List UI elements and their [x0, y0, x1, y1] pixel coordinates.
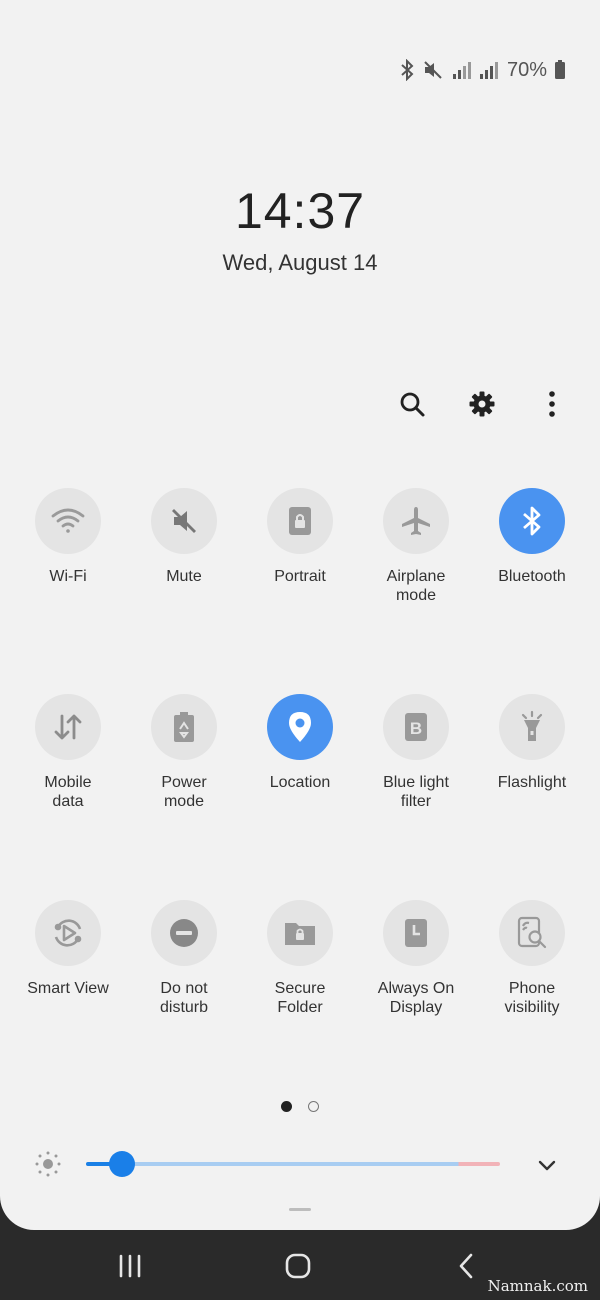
smart-view-toggle[interactable] [35, 900, 101, 966]
tile-do-not-disturb: Do not disturb [126, 900, 242, 1017]
tile-wifi: Wi-Fi [10, 488, 126, 586]
tile-label: Blue light filter [383, 774, 449, 810]
search-icon [400, 392, 425, 417]
brightness-slider-track[interactable] [86, 1162, 500, 1166]
svg-text:B: B [410, 719, 422, 738]
do-not-disturb-icon [170, 919, 198, 947]
brightness-expand-button[interactable] [534, 1152, 560, 1178]
secure-folder-toggle[interactable] [267, 900, 333, 966]
settings-icon [469, 391, 495, 417]
mobile-data-toggle[interactable] [35, 694, 101, 760]
brightness-control [0, 1146, 600, 1182]
back-button[interactable] [446, 1248, 486, 1284]
blue-light-filter-toggle[interactable]: B [383, 694, 449, 760]
home-icon [285, 1253, 311, 1279]
tile-location: Location [242, 694, 358, 792]
tile-label: Do not disturb [159, 980, 209, 1016]
secure-folder-icon [285, 923, 315, 945]
page-dot-2[interactable] [308, 1101, 319, 1112]
phone-visibility-icon [517, 916, 547, 949]
tile-flashlight: Flashlight [474, 694, 590, 792]
tile-mobile-data: Mobile data [10, 694, 126, 811]
tile-label: Location [269, 774, 331, 791]
do-not-disturb-toggle[interactable] [151, 900, 217, 966]
wifi-icon [51, 508, 85, 533]
tile-label: Portrait [274, 568, 326, 585]
mute-icon [422, 59, 444, 81]
date: Wed, August 14 [222, 250, 378, 275]
bluetooth-toggle[interactable] [499, 488, 565, 554]
tile-airplane-mode: Airplane mode [358, 488, 474, 605]
page-dot-1[interactable] [281, 1101, 292, 1112]
tile-label: Airplane mode [386, 568, 446, 604]
tile-label: Phone visibility [504, 980, 560, 1016]
more-options-icon [549, 391, 555, 417]
brightness-slider-thumb[interactable] [109, 1151, 135, 1177]
smart-view-icon [54, 919, 82, 947]
page-indicator [0, 1101, 600, 1112]
tile-label: Mobile data [44, 774, 92, 810]
quick-panel: 70% 14:37 Wed, August 14 Wi-Fi Mute Port… [0, 0, 600, 1230]
tile-mute: Mute [126, 488, 242, 586]
tile-power-mode: Power mode [126, 694, 242, 811]
mute-toggle[interactable] [151, 488, 217, 554]
blue-light-filter-icon: B [405, 713, 427, 741]
portrait-lock-icon [289, 507, 311, 535]
bluetooth-icon [399, 59, 415, 81]
power-mode-toggle[interactable] [151, 694, 217, 760]
clock: 14:37 [234, 183, 366, 239]
back-icon [459, 1253, 473, 1279]
recent-apps-icon [119, 1254, 141, 1278]
tile-label: Smart View [27, 980, 109, 997]
chevron-down-icon [538, 1160, 556, 1171]
tile-label: Flashlight [497, 774, 567, 791]
battery-icon [554, 60, 566, 80]
airplane-mode-toggle[interactable] [383, 488, 449, 554]
tile-bluetooth: Bluetooth [474, 488, 590, 586]
flashlight-toggle[interactable] [499, 694, 565, 760]
phone-visibility-toggle[interactable] [499, 900, 565, 966]
tile-smart-view: Smart View [10, 900, 126, 998]
airplane-icon [402, 507, 430, 535]
location-toggle[interactable] [267, 694, 333, 760]
home-button[interactable] [278, 1248, 318, 1284]
always-on-display-toggle[interactable] [383, 900, 449, 966]
tile-secure-folder: Secure Folder [242, 900, 358, 1017]
tile-blue-light-filter: B Blue light filter [358, 694, 474, 811]
mobile-data-icon [54, 714, 82, 740]
tile-label: Always On Display [377, 980, 455, 1016]
location-icon [289, 712, 311, 742]
tile-label: Mute [166, 568, 202, 585]
watermark: Namnak.com [487, 1277, 588, 1295]
brightness-icon [34, 1150, 62, 1183]
tile-label: Bluetooth [498, 568, 566, 585]
tile-portrait: Portrait [242, 488, 358, 586]
search-button[interactable] [392, 384, 432, 424]
tile-phone-visibility: Phone visibility [474, 900, 590, 1017]
settings-button[interactable] [462, 384, 502, 424]
tile-label: Power mode [161, 774, 207, 810]
tile-label: Wi-Fi [49, 568, 87, 585]
power-mode-icon [174, 712, 194, 742]
panel-drag-handle[interactable] [289, 1208, 311, 1211]
recent-apps-button[interactable] [110, 1248, 150, 1284]
more-options-button[interactable] [532, 384, 572, 424]
quick-panel-toolbar [392, 384, 572, 424]
signal-icon [451, 60, 471, 80]
status-bar: 70% [399, 56, 566, 84]
portrait-toggle[interactable] [267, 488, 333, 554]
bluetooth-icon [523, 506, 541, 536]
battery-percentage: 70% [506, 58, 547, 81]
tile-always-on-display: Always On Display [358, 900, 474, 1017]
tile-label: Secure Folder [274, 980, 326, 1016]
wifi-toggle[interactable] [35, 488, 101, 554]
always-on-display-icon [405, 919, 427, 947]
signal-icon [478, 60, 498, 80]
flashlight-icon [521, 710, 543, 741]
mute-icon [172, 509, 196, 533]
